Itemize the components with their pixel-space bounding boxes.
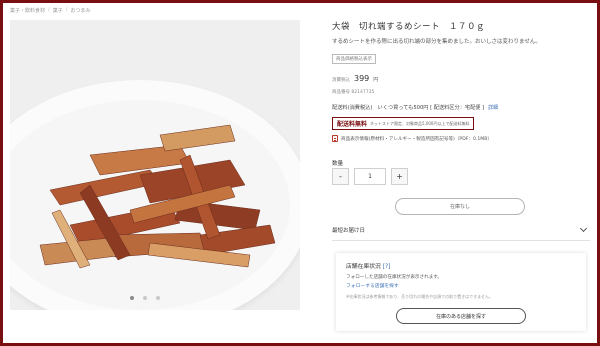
- dried-squid-pieces: [39, 124, 276, 269]
- shipping-details-link[interactable]: 詳細: [488, 104, 498, 111]
- breadcrumb: 菓子・飲料食材 / 菓子 / おつまみ: [10, 7, 90, 14]
- product-info: 大袋 切れ端するめシート １７０ｇ するめシートを作る際に出る切れ端の部分を集め…: [332, 20, 590, 142]
- shipping-info: 配送料(消費税込) いくつ買っても500円 [ 配送料区分：宅配便 ] 詳細: [332, 104, 590, 111]
- gallery-pagination: [0, 296, 290, 300]
- find-follow-store-link[interactable]: フォローする店舗を探す: [346, 282, 576, 289]
- gallery-dot-2[interactable]: [143, 296, 147, 300]
- help-icon[interactable]: [?]: [383, 264, 391, 270]
- price-currency: 円: [373, 77, 379, 83]
- out-of-stock-button[interactable]: 在庫なし: [395, 198, 525, 215]
- quantity-input[interactable]: [354, 168, 386, 185]
- decrease-quantity-button[interactable]: -: [332, 168, 349, 185]
- divider: [332, 240, 590, 241]
- gallery-dot-3[interactable]: [156, 296, 160, 300]
- breadcrumb-separator: /: [48, 7, 50, 13]
- price-label: 消費税込: [332, 78, 350, 83]
- product-description: するめシートを作る際に出る切れ端の部分を集めました。おいしさは変わりません。: [332, 39, 541, 45]
- product-title: 大袋 切れ端するめシート １７０ｇ: [332, 22, 486, 32]
- product-image-gallery[interactable]: [10, 20, 300, 310]
- price-row: 消費税込 399 円: [332, 74, 590, 83]
- store-stock-panel: 店舗在庫状況 [?] フォローした店舗の在庫状況が表示されます。 フォローする店舗…: [336, 253, 586, 331]
- document-icon: [332, 135, 338, 142]
- breadcrumb-item-sweets[interactable]: 菓子: [53, 7, 63, 14]
- chevron-down-icon: [579, 224, 588, 233]
- free-shipping-badge: 配送料無料 ネットストア限定、対象商品5,000円以上で配送料無料: [332, 117, 475, 130]
- product-info-pdf-label: 商品表示情報(原材料・アレルギー・製造所固有記号等)（PDF：0.1MB）: [341, 136, 492, 142]
- delivery-date-toggle[interactable]: 最短お届け日: [332, 224, 590, 234]
- delivery-date-label: 最短お届け日: [332, 228, 366, 234]
- shipping-text: 配送料(消費税込) いくつ買っても500円 [ 配送料区分：宅配便 ]: [332, 105, 485, 111]
- free-shipping-label: 配送料無料: [337, 121, 368, 128]
- breadcrumb-separator: /: [65, 7, 68, 13]
- store-stock-note: ※在庫状況は参考情報であり、売り切れの場合や店頭での取り置きはできません。: [346, 294, 494, 299]
- store-stock-text: フォローした店舗の在庫状況が表示されます。: [346, 275, 443, 280]
- quantity-stepper: - +: [332, 168, 408, 185]
- store-stock-title-text: 店舗在庫状況: [346, 264, 381, 270]
- price-value: 399: [354, 74, 370, 83]
- quantity-label: 数量: [332, 161, 344, 167]
- price-tag-badge: 商品価格税込表示: [332, 54, 376, 64]
- product-info-pdf-link[interactable]: 商品表示情報(原材料・アレルギー・製造所固有記号等)（PDF：0.1MB）: [332, 135, 590, 142]
- find-stores-button[interactable]: 在庫のある店舗を探す: [396, 308, 526, 324]
- item-number: 商品番号 82147735: [332, 90, 375, 95]
- breadcrumb-item-snacks[interactable]: おつまみ: [70, 7, 90, 14]
- breadcrumb-item-food[interactable]: 菓子・飲料食材: [10, 7, 45, 14]
- gallery-dot-1[interactable]: [130, 296, 134, 300]
- free-shipping-note: ネットストア限定、対象商品5,000円以上で配送料無料: [370, 120, 470, 126]
- increase-quantity-button[interactable]: +: [391, 168, 408, 185]
- store-stock-title: 店舗在庫状況 [?]: [346, 261, 576, 270]
